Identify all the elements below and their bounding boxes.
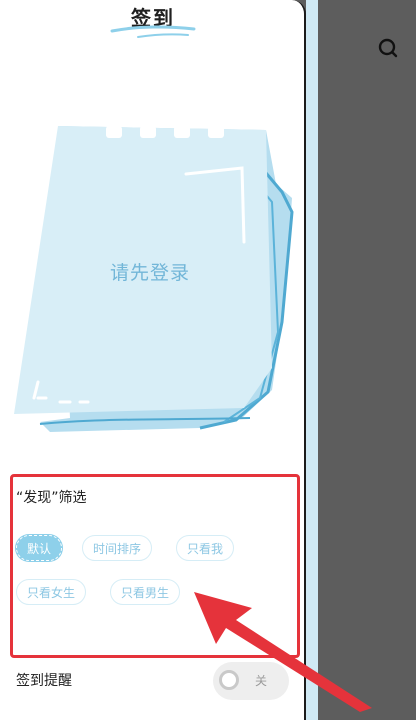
login-prompt[interactable]: 请先登录: [60, 258, 240, 285]
search-icon[interactable]: [376, 36, 400, 60]
title-underline-decoration: [110, 25, 196, 38]
checkin-reminder-label: 签到提醒: [16, 673, 72, 689]
pointer-arrow: [194, 592, 372, 712]
